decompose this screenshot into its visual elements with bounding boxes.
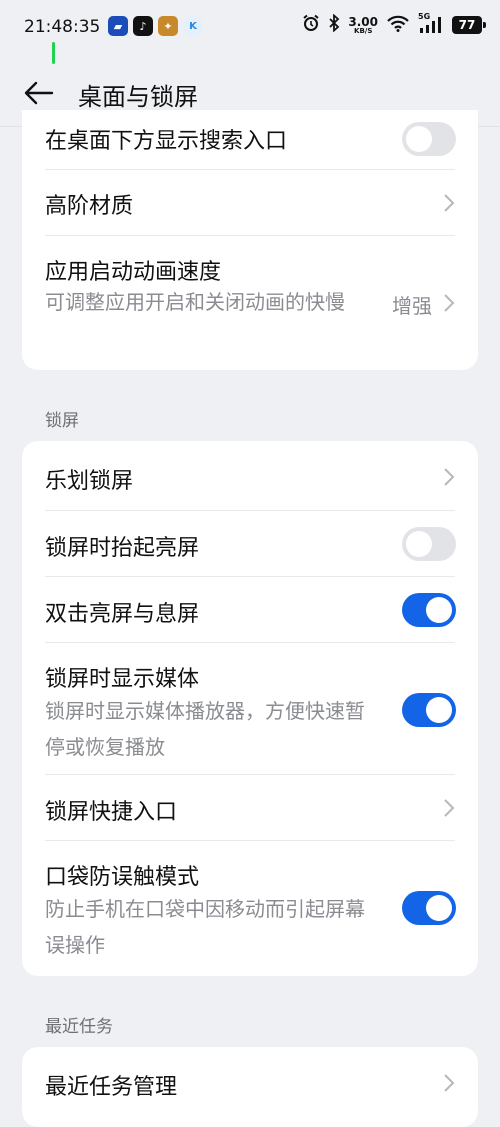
chevron-right-icon: [444, 1074, 455, 1092]
k-app-icon: K: [183, 16, 203, 36]
tiktok-icon: ♪: [133, 16, 153, 36]
pocket-mode-row[interactable]: 口袋防误触模式 防止手机在口袋中因移动而引起屏幕误操作: [22, 841, 478, 976]
search-entry-row[interactable]: 在桌面下方显示搜索入口: [22, 110, 478, 170]
battery-indicator: 77: [452, 16, 486, 34]
toggle-knob: [406, 126, 432, 152]
animation-speed-title: 应用启动动画速度: [45, 260, 222, 285]
toggle-knob: [426, 597, 452, 623]
status-indicators: 3.00 KB/S 5G 77: [302, 12, 486, 36]
page-title: 桌面与锁屏: [78, 83, 198, 111]
section-label-recent: 最近任务: [45, 1017, 113, 1037]
shortcut-entry-row[interactable]: 锁屏快捷入口: [22, 775, 478, 841]
section-label-lock: 锁屏: [45, 411, 79, 431]
shortcut-entry-title: 锁屏快捷入口: [45, 800, 178, 825]
pocket-mode-title: 口袋防误触模式: [45, 865, 200, 890]
chevron-right-icon: [444, 194, 455, 212]
desktop-settings-card: 在桌面下方显示搜索入口 高阶材质 应用启动动画速度 可调整应用开启和关闭动画的快…: [22, 110, 478, 370]
back-button[interactable]: [22, 76, 56, 110]
animation-speed-row[interactable]: 应用启动动画速度 可调整应用开启和关闭动画的快慢 增强: [22, 236, 478, 370]
bluetooth-icon: [328, 13, 340, 36]
chevron-right-icon: [444, 294, 455, 312]
status-time: 21:48:35: [24, 17, 101, 37]
toggle-knob: [406, 531, 432, 557]
advanced-material-row[interactable]: 高阶材质: [22, 170, 478, 236]
pocket-mode-toggle[interactable]: [402, 891, 456, 925]
animation-speed-value: 增强: [392, 294, 432, 318]
game-app-icon: ✦: [158, 16, 178, 36]
double-tap-title: 双击亮屏与息屏: [45, 602, 200, 627]
recent-settings-card: 最近任务管理: [22, 1047, 478, 1127]
raise-to-wake-toggle[interactable]: [402, 527, 456, 561]
status-bar: 21:48:35 ▰ ♪ ✦ K 3.00 KB/S 5G 77: [0, 0, 500, 56]
show-media-subtitle: 锁屏时显示媒体播放器，方便快速暂停或恢复播放: [45, 699, 365, 759]
search-entry-title: 在桌面下方显示搜索入口: [45, 129, 288, 154]
recent-manage-row[interactable]: 最近任务管理: [22, 1047, 478, 1117]
back-arrow-icon: [24, 81, 54, 105]
animation-speed-subtitle: 可调整应用开启和关闭动画的快慢: [45, 290, 345, 314]
app-notification-icon: ▰: [108, 16, 128, 36]
lehua-lock-row[interactable]: 乐划锁屏: [22, 441, 478, 511]
toggle-knob: [426, 895, 452, 921]
lock-settings-card: 乐划锁屏 锁屏时抬起亮屏 双击亮屏与息屏 锁屏时显示媒体 锁屏时显示媒体播放器，…: [22, 441, 478, 976]
alarm-icon: [302, 14, 320, 36]
recent-manage-title: 最近任务管理: [45, 1075, 178, 1100]
show-media-row[interactable]: 锁屏时显示媒体 锁屏时显示媒体播放器，方便快速暂停或恢复播放: [22, 643, 478, 775]
pocket-mode-subtitle: 防止手机在口袋中因移动而引起屏幕误操作: [45, 897, 365, 957]
show-media-title: 锁屏时显示媒体: [45, 667, 200, 692]
chevron-right-icon: [444, 799, 455, 817]
raise-to-wake-row[interactable]: 锁屏时抬起亮屏: [22, 511, 478, 577]
advanced-material-title: 高阶材质: [45, 194, 134, 219]
lehua-lock-title: 乐划锁屏: [45, 469, 134, 494]
show-media-toggle[interactable]: [402, 693, 456, 727]
notification-icons: ▰ ♪ ✦ K: [108, 16, 203, 36]
signal-icon: 5G: [418, 12, 444, 34]
double-tap-toggle[interactable]: [402, 593, 456, 627]
wifi-icon: [386, 14, 410, 36]
chevron-right-icon: [444, 468, 455, 486]
double-tap-row[interactable]: 双击亮屏与息屏: [22, 577, 478, 643]
toggle-knob: [426, 697, 452, 723]
raise-to-wake-title: 锁屏时抬起亮屏: [45, 536, 200, 561]
search-entry-toggle[interactable]: [402, 122, 456, 156]
network-speed: 3.00 KB/S: [348, 14, 378, 35]
